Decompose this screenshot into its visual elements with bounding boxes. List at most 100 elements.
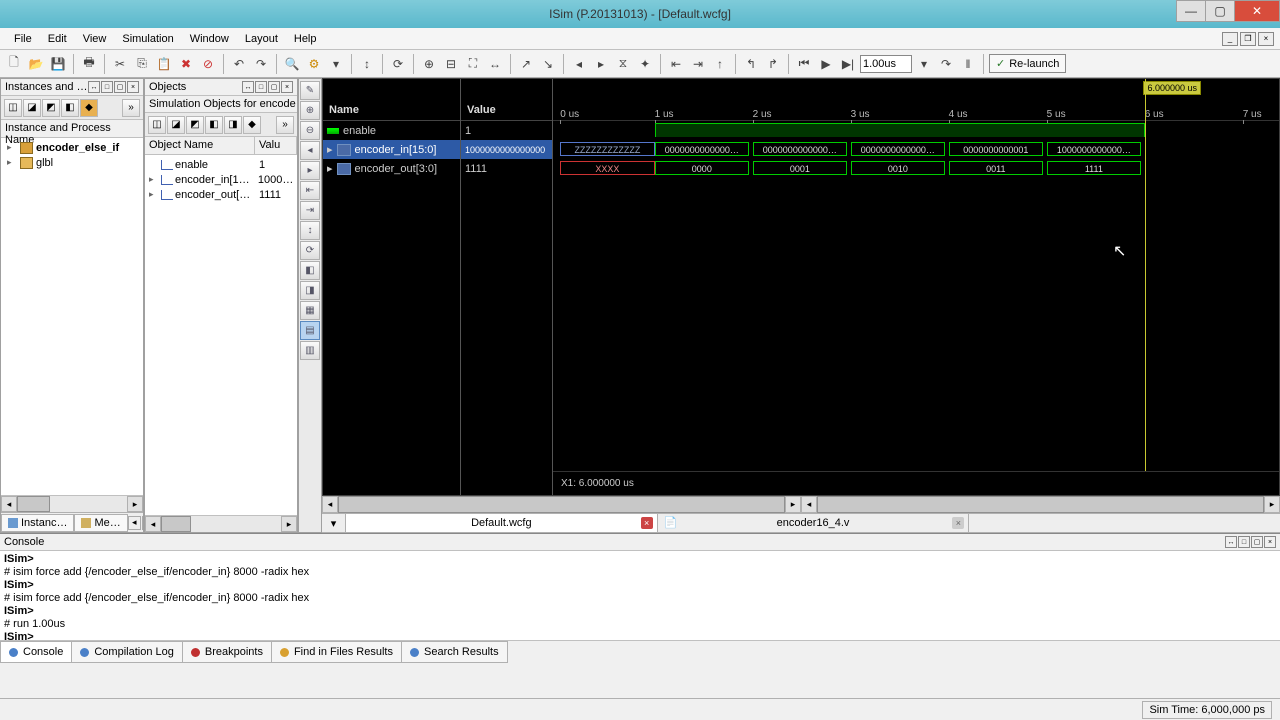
objects-value-header[interactable]: Valu	[255, 137, 297, 154]
scrollbar[interactable]: ◂▸	[1, 495, 143, 512]
find2-icon[interactable]: ⚙	[304, 54, 324, 74]
menu-layout[interactable]: Layout	[237, 30, 286, 48]
zoom-sel-icon[interactable]: ↔	[485, 54, 505, 74]
panel-float-icon[interactable]: □	[101, 81, 113, 93]
minimize-button[interactable]: —	[1176, 0, 1206, 22]
goto-icon[interactable]: ↕	[357, 54, 377, 74]
open-icon[interactable]: 📂	[26, 54, 46, 74]
tab-list-icon[interactable]: ▾	[322, 514, 346, 532]
panel-float-icon[interactable]: □	[255, 81, 267, 93]
obj-btn3-icon[interactable]: ◩	[186, 116, 204, 134]
panel-close-icon[interactable]: ×	[281, 81, 293, 93]
mdi-minimize-button[interactable]: _	[1222, 32, 1238, 46]
obj-btn2-icon[interactable]: ◪	[167, 116, 185, 134]
instances-tree[interactable]: ▸ encoder_else_if ▸ glbl	[1, 138, 143, 495]
objects-list[interactable]: enable 1 ▸encoder_in[1… 1000… ▸encoder_o…	[145, 155, 297, 515]
obj-btn5-icon[interactable]: ◨	[224, 116, 242, 134]
mdi-close-button[interactable]: ×	[1258, 32, 1274, 46]
cursor-line[interactable]	[1145, 79, 1146, 495]
wave-tool4-icon[interactable]: ◂	[300, 141, 320, 160]
panel-dock-icon[interactable]: ↔	[242, 81, 254, 93]
wave-tool8-icon[interactable]: ↕	[300, 221, 320, 240]
wave-tool9-icon[interactable]: ⟳	[300, 241, 320, 260]
save-icon[interactable]: 💾	[48, 54, 68, 74]
close-tab-icon[interactable]: ×	[952, 517, 964, 529]
wave-tool6-icon[interactable]: ⇤	[300, 181, 320, 200]
zoom-out-icon[interactable]: ⊟	[441, 54, 461, 74]
find-icon[interactable]: 🔍	[282, 54, 302, 74]
console-tab[interactable]: Compilation Log	[71, 641, 183, 663]
wave-scrollbar[interactable]: ◂ ▸ ◂ ▸	[322, 496, 1280, 513]
console-tab[interactable]: Find in Files Results	[271, 641, 402, 663]
marker-del-icon[interactable]: ✦	[635, 54, 655, 74]
menu-file[interactable]: File	[6, 30, 40, 48]
instances-column-header[interactable]: Instance and Process Name	[1, 120, 143, 138]
tool-a-icon[interactable]: ↗	[516, 54, 536, 74]
instances-tab[interactable]: Instanc…	[1, 514, 74, 532]
wave-tool7-icon[interactable]: ⇥	[300, 201, 320, 220]
doc-tab-verilog[interactable]: 📄 encoder16_4.v ×	[658, 514, 970, 532]
close-tab-icon[interactable]: ×	[641, 517, 653, 529]
inst-btn1-icon[interactable]: ◫	[4, 99, 22, 117]
obj-btn1-icon[interactable]: ◫	[148, 116, 166, 134]
menu-simulation[interactable]: Simulation	[114, 30, 181, 48]
wave-tool1-icon[interactable]: ✎	[300, 81, 320, 100]
zoom-in-icon[interactable]: ⊕	[419, 54, 439, 74]
cancel-icon[interactable]: ⊘	[198, 54, 218, 74]
scrollbar[interactable]: ◂▸	[145, 515, 297, 532]
signal-row[interactable]: ▸ encoder_in[15:0]	[323, 140, 460, 159]
undo-icon[interactable]: ↶	[229, 54, 249, 74]
wave-tool5-icon[interactable]: ▸	[300, 161, 320, 180]
inst-btn2-icon[interactable]: ◪	[23, 99, 41, 117]
wave-tool12-icon[interactable]: ▦	[300, 301, 320, 320]
wave-tool13-icon[interactable]: ▤	[300, 321, 320, 340]
mdi-restore-button[interactable]: ❐	[1240, 32, 1256, 46]
memory-tab[interactable]: Me…	[74, 514, 127, 532]
relaunch-button[interactable]: ✓Re-launch	[989, 54, 1066, 73]
marker-add-icon[interactable]: ⧖	[613, 54, 633, 74]
panel-max-icon[interactable]: ▢	[268, 81, 280, 93]
panel-max-icon[interactable]: ▢	[114, 81, 126, 93]
inst-more-icon[interactable]: »	[122, 99, 140, 117]
edge-prev-icon[interactable]: ⇤	[666, 54, 686, 74]
time-ruler[interactable]: 0 us 1 us 2 us 3 us 4 us 5 us 6 us 7 us	[553, 79, 1279, 121]
wave-tool10-icon[interactable]: ◧	[300, 261, 320, 280]
delete-icon[interactable]: ✖	[176, 54, 196, 74]
panel-max-icon[interactable]: ▢	[1251, 536, 1263, 548]
menu-view[interactable]: View	[75, 30, 115, 48]
panel-float-icon[interactable]: □	[1238, 536, 1250, 548]
copy-icon[interactable]: ⎘	[132, 54, 152, 74]
panel-dock-icon[interactable]: ↔	[1225, 536, 1237, 548]
waveform-viewer[interactable]: 6.000000 us 0 us 1 us 2 us 3 us 4 us 5 u…	[553, 79, 1279, 495]
redo-icon[interactable]: ↷	[251, 54, 271, 74]
obj-more-icon[interactable]: »	[276, 116, 294, 134]
print-icon[interactable]: 🖶	[79, 54, 99, 74]
marker-next-icon[interactable]: ▸	[591, 54, 611, 74]
break-icon[interactable]: ‖	[958, 54, 978, 74]
wave-tool2-icon[interactable]: ⊕	[300, 101, 320, 120]
panel-dock-icon[interactable]: ↔	[88, 81, 100, 93]
console-tab[interactable]: Breakpoints	[182, 641, 272, 663]
inst-btn3-icon[interactable]: ◩	[42, 99, 60, 117]
inst-btn5-icon[interactable]: ◆	[80, 99, 98, 117]
panel-close-icon[interactable]: ×	[1264, 536, 1276, 548]
zoom-fit-icon[interactable]: ⛶	[463, 54, 483, 74]
menu-edit[interactable]: Edit	[40, 30, 75, 48]
step-fwd-icon[interactable]: ↱	[763, 54, 783, 74]
edge-up-icon[interactable]: ↑	[710, 54, 730, 74]
edge-next-icon[interactable]: ⇥	[688, 54, 708, 74]
wave-tool14-icon[interactable]: ▥	[300, 341, 320, 360]
obj-btn4-icon[interactable]: ◧	[205, 116, 223, 134]
marker-prev-icon[interactable]: ◂	[569, 54, 589, 74]
console-tab[interactable]: Console	[0, 641, 72, 663]
refresh-icon[interactable]: ⟳	[388, 54, 408, 74]
run-all-icon[interactable]: ▶	[816, 54, 836, 74]
paste-icon[interactable]: 📋	[154, 54, 174, 74]
objects-name-header[interactable]: Object Name	[145, 137, 255, 154]
tool-b-icon[interactable]: ↘	[538, 54, 558, 74]
signal-row[interactable]: enable	[323, 121, 460, 140]
step-icon[interactable]: ↷	[936, 54, 956, 74]
time-dropdown-icon[interactable]: ▾	[914, 54, 934, 74]
signal-row[interactable]: ▸ encoder_out[3:0]	[323, 159, 460, 178]
step-back-icon[interactable]: ↰	[741, 54, 761, 74]
